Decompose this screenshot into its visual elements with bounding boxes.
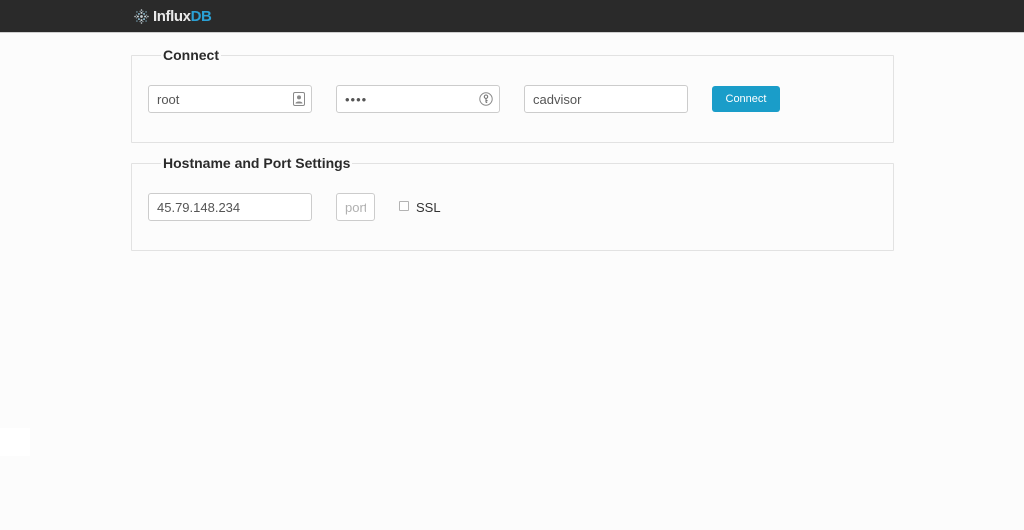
influxdb-burst-icon (132, 7, 151, 26)
port-field-wrap (336, 193, 375, 221)
password-field-wrap (336, 85, 500, 113)
ssl-checkbox-label: SSL (416, 200, 441, 215)
main-content: Connect (131, 47, 894, 251)
username-field-wrap (148, 85, 312, 113)
ssl-checkbox[interactable] (399, 201, 409, 211)
database-field-wrap (524, 85, 688, 113)
ssl-checkbox-group[interactable]: SSL (399, 200, 441, 215)
hostname-field-wrap (148, 193, 312, 221)
database-input[interactable] (524, 85, 688, 113)
hostname-port-legend: Hostname and Port Settings (161, 155, 352, 171)
connect-fields-row: Connect (148, 85, 877, 113)
profile-autofill-icon[interactable] (293, 92, 305, 106)
hostname-input[interactable] (148, 193, 312, 221)
hostname-fields-row: SSL (148, 193, 877, 221)
port-input[interactable] (336, 193, 375, 221)
connect-section-legend: Connect (161, 47, 221, 63)
key-autofill-icon[interactable] (479, 92, 493, 106)
logo-text: InfluxDB (153, 8, 211, 25)
hostname-port-section: Hostname and Port Settings SSL (131, 155, 894, 251)
logo-text-db: DB (191, 8, 212, 25)
influxdb-logo[interactable]: InfluxDB (132, 7, 211, 26)
connect-button[interactable]: Connect (712, 86, 780, 112)
logo-text-influx: Influx (153, 8, 191, 25)
top-navbar: InfluxDB (0, 0, 1024, 33)
password-input[interactable] (336, 85, 500, 113)
render-artifact-square (0, 428, 30, 456)
username-input[interactable] (148, 85, 312, 113)
connect-section: Connect (131, 47, 894, 143)
